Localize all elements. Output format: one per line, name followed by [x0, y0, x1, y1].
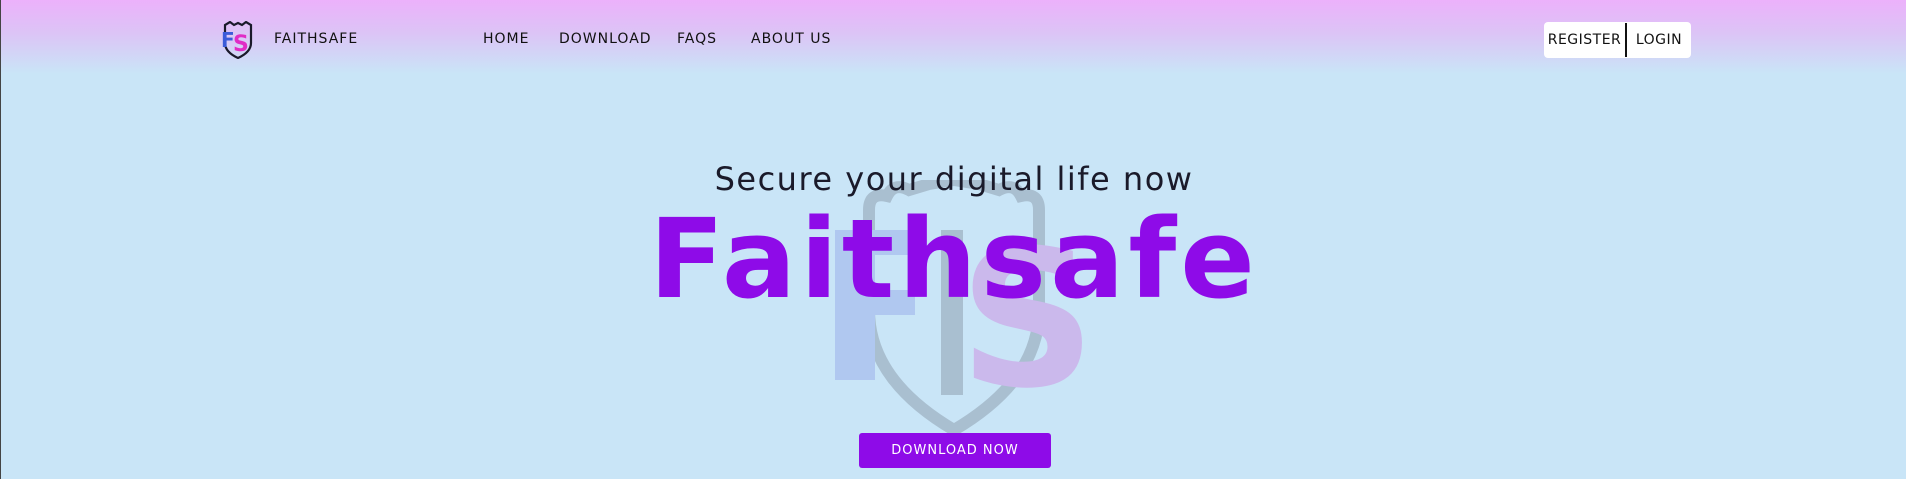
nav-download[interactable]: DOWNLOAD	[559, 31, 652, 47]
nav-home[interactable]: HOME	[483, 31, 529, 47]
svg-text:S: S	[233, 32, 249, 57]
auth-button-group: REGISTER LOGIN	[1544, 22, 1691, 58]
hero-tagline: Secure your digital life now	[714, 160, 1194, 198]
hero-title: Faithsafe	[649, 195, 1259, 323]
nav-faqs[interactable]: FAQS	[677, 31, 717, 47]
top-navbar: F S FAITHSAFE HOME DOWNLOAD FAQS ABOUT U…	[1, 0, 1906, 74]
login-button[interactable]: LOGIN	[1627, 22, 1691, 58]
register-button[interactable]: REGISTER	[1544, 22, 1625, 58]
download-now-button[interactable]: DOWNLOAD NOW	[859, 433, 1051, 468]
faithsafe-logo-icon[interactable]: F S	[220, 21, 256, 59]
nav-about-us[interactable]: ABOUT US	[751, 31, 831, 47]
brand-name[interactable]: FAITHSAFE	[274, 31, 358, 47]
